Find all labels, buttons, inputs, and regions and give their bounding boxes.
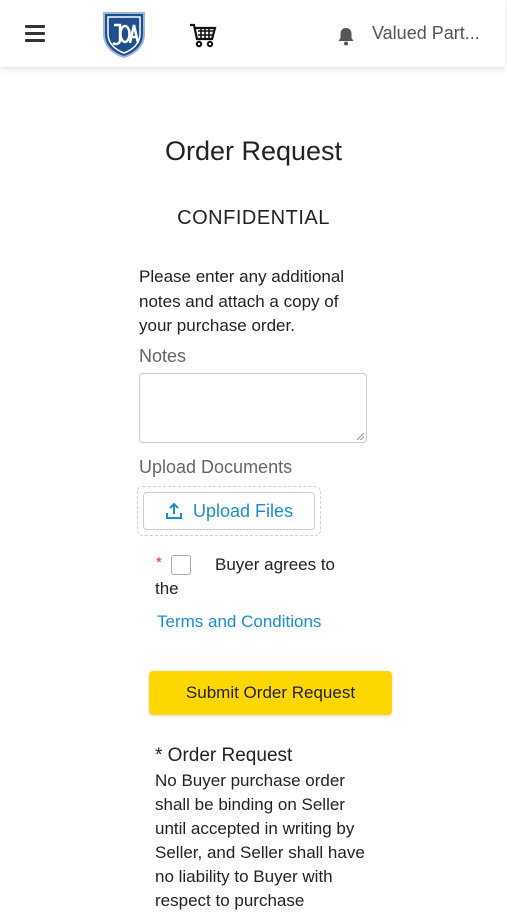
cart-icon[interactable] <box>189 22 217 48</box>
confidential-label: CONFIDENTIAL <box>177 207 330 229</box>
agree-text: Buyer agrees to <box>215 555 336 574</box>
user-account-name[interactable]: Valued Part... <box>372 23 480 44</box>
order-request-note-title: * Order Request <box>155 745 293 766</box>
upload-dropzone[interactable]: Upload Files <box>137 486 321 536</box>
bell-icon[interactable] <box>336 26 356 46</box>
terms-and-conditions-link[interactable]: Terms and Conditions <box>157 612 321 632</box>
instructions-text: Please enter any additional notes and at… <box>139 267 345 335</box>
resize-handle-icon[interactable] <box>357 433 364 440</box>
top-header: Valued Part... <box>0 0 505 67</box>
notes-textarea[interactable] <box>139 373 367 443</box>
upload-files-label: Upload Files <box>192 500 294 521</box>
page-title: Order Request <box>164 136 343 166</box>
upload-icon <box>165 502 182 519</box>
menu-icon[interactable] <box>25 25 45 43</box>
required-marker: * <box>156 554 162 571</box>
terms-checkbox[interactable] <box>171 555 191 575</box>
notes-label: Notes <box>139 346 187 366</box>
order-request-note-body: No Buyer purchase order shall be binding… <box>155 771 365 910</box>
agree-text-continued: the <box>155 579 179 598</box>
upload-documents-label: Upload Documents <box>139 457 293 477</box>
submit-order-request-button[interactable]: Submit Order Request <box>149 671 392 715</box>
upload-files-button[interactable]: Upload Files <box>143 492 315 530</box>
logo[interactable] <box>101 10 147 58</box>
